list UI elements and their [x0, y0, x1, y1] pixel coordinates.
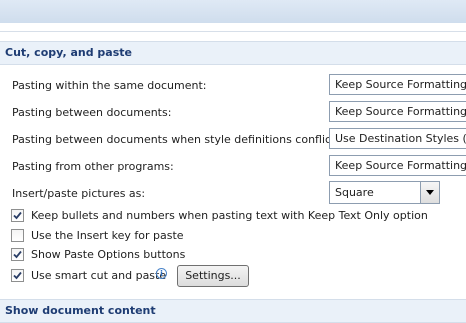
- combo-value: Keep Source Formatting (Default): [335, 159, 466, 172]
- checkbox-show-paste-options[interactable]: [11, 248, 24, 261]
- check-icon: [13, 271, 22, 280]
- info-icon[interactable]: i: [156, 268, 167, 279]
- section-title: Cut, copy, and paste: [5, 46, 132, 59]
- select-value: Square: [335, 186, 374, 199]
- label-paste-other-programs: Pasting from other programs:: [12, 160, 174, 173]
- label-show-paste-options: Show Paste Options buttons: [31, 248, 186, 261]
- checkbox-smart-cut-paste[interactable]: [11, 269, 24, 282]
- label-smart-cut-paste: Use smart cut and paste: [31, 269, 167, 282]
- dropdown-button[interactable]: [420, 182, 439, 203]
- combo-value: Keep Source Formatting (Default): [335, 105, 466, 118]
- window-top-bar: [0, 0, 466, 23]
- section-header-show-document-content: Show document content: [0, 299, 466, 323]
- divider: [0, 31, 466, 32]
- check-icon: [13, 250, 22, 259]
- checkbox-insert-key-paste[interactable]: [11, 229, 24, 242]
- label-keep-bullets: Keep bullets and numbers when pasting te…: [31, 209, 428, 222]
- label-insert-key-paste: Use the Insert key for paste: [31, 229, 184, 242]
- combo-value: Use Destination Styles (Default): [335, 132, 466, 145]
- check-icon: [13, 211, 22, 220]
- label-paste-within-document: Pasting within the same document:: [12, 79, 207, 92]
- settings-button[interactable]: Settings...: [177, 265, 249, 287]
- label-paste-style-conflict: Pasting between documents when style def…: [12, 133, 340, 146]
- combo-paste-style-conflict[interactable]: Use Destination Styles (Default): [329, 128, 466, 149]
- checkbox-keep-bullets[interactable]: [11, 209, 24, 222]
- section-header-cut-copy-paste: Cut, copy, and paste: [0, 41, 466, 65]
- section-title: Show document content: [5, 304, 156, 317]
- label-paste-between-documents: Pasting between documents:: [12, 106, 172, 119]
- combo-paste-between-documents[interactable]: Keep Source Formatting (Default): [329, 101, 466, 122]
- label-insert-pictures: Insert/paste pictures as:: [12, 187, 146, 200]
- chevron-down-icon: [426, 190, 434, 195]
- select-insert-pictures[interactable]: Square: [329, 181, 440, 204]
- combo-paste-other-programs[interactable]: Keep Source Formatting (Default): [329, 155, 466, 176]
- combo-paste-within-document[interactable]: Keep Source Formatting (Default): [329, 74, 466, 95]
- combo-value: Keep Source Formatting (Default): [335, 78, 466, 91]
